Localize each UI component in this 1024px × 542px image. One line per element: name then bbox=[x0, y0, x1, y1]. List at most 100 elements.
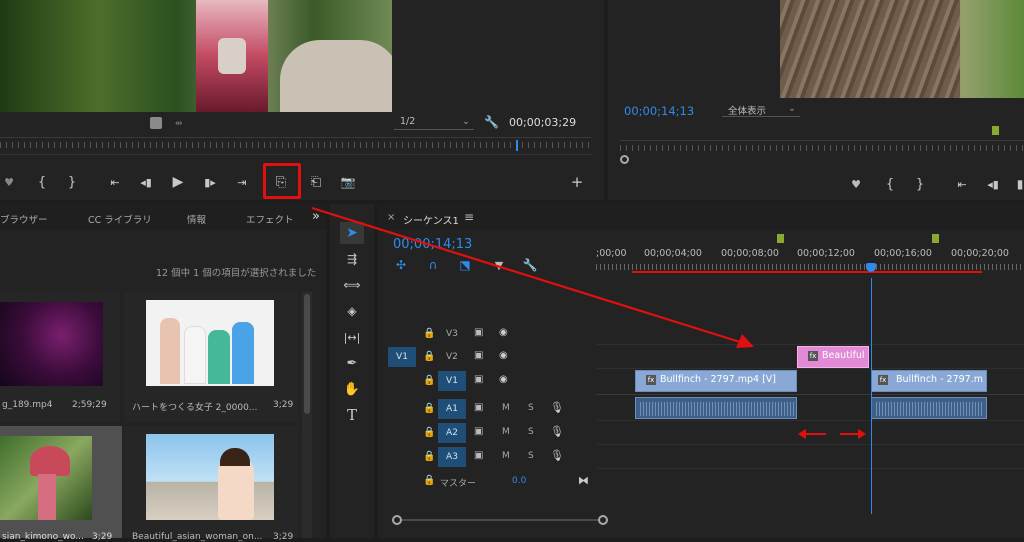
solo-button[interactable]: S bbox=[528, 427, 534, 437]
go-to-in-icon[interactable]: ⇤ bbox=[954, 178, 970, 191]
lock-icon[interactable]: 🔒 bbox=[423, 451, 435, 462]
scroll-handle-left[interactable] bbox=[392, 515, 402, 525]
source-settings-icon[interactable] bbox=[150, 117, 162, 129]
project-tab-bar: ブラウザー CC ライブラリ 情報 エフェクト » bbox=[0, 204, 326, 230]
tab-media-browser[interactable]: ブラウザー bbox=[0, 212, 48, 226]
type-tool-icon[interactable]: T bbox=[340, 404, 364, 426]
timeline-tab[interactable]: × シーケンス1 ≡ bbox=[378, 204, 1024, 230]
mic-icon[interactable]: 🎙 bbox=[550, 449, 564, 462]
go-to-in-icon[interactable]: ⇤ bbox=[107, 176, 123, 189]
track-select-tool-icon[interactable]: ⇶ bbox=[340, 248, 364, 270]
tab-info[interactable]: 情報 bbox=[187, 212, 206, 226]
tab-effects[interactable]: エフェクト bbox=[246, 212, 294, 226]
sync-lock-icon[interactable]: ▣ bbox=[474, 426, 483, 437]
zoom-select[interactable]: 1/2 ⌄ bbox=[394, 116, 474, 130]
add-marker-icon[interactable]: ▼ bbox=[492, 258, 506, 272]
snap-magnet-icon[interactable]: ∩ bbox=[426, 258, 440, 272]
track-a2-target[interactable]: A2 bbox=[438, 423, 466, 443]
mic-icon[interactable]: 🎙 bbox=[550, 425, 564, 438]
eye-icon[interactable]: ◉ bbox=[499, 350, 508, 361]
add-button-icon[interactable]: + bbox=[570, 173, 584, 191]
razor-tool-icon[interactable]: ◈ bbox=[340, 300, 364, 322]
close-icon[interactable]: × bbox=[387, 212, 395, 223]
wrench-icon[interactable]: 🔧 bbox=[484, 115, 499, 129]
menu-icon[interactable]: ≡ bbox=[464, 210, 474, 224]
scroll-handle-right[interactable] bbox=[598, 515, 608, 525]
track-a3-target[interactable]: A3 bbox=[438, 447, 466, 467]
overwrite-icon[interactable]: ⎗ bbox=[306, 174, 326, 190]
play-icon[interactable]: ▮ bbox=[1016, 178, 1024, 190]
go-to-out-icon[interactable]: ⇥ bbox=[234, 176, 250, 189]
sequence-title: シーケンス1 bbox=[403, 216, 459, 227]
hand-tool-icon[interactable]: ✋ bbox=[340, 378, 364, 400]
step-back-icon[interactable]: ◂▮ bbox=[986, 178, 1000, 191]
eye-icon[interactable]: ◉ bbox=[499, 327, 508, 338]
mark-in-icon[interactable]: { bbox=[884, 177, 896, 192]
camera-icon[interactable]: 📷 bbox=[340, 175, 356, 189]
mute-button[interactable]: M bbox=[502, 451, 510, 461]
media-item[interactable]: g_189.mp4 2;59;29 bbox=[0, 292, 120, 422]
lock-icon[interactable]: 🔒 bbox=[423, 427, 435, 438]
video-clip[interactable]: fx Bullfinch - 2797.m bbox=[871, 370, 987, 392]
mark-out-icon[interactable]: } bbox=[914, 177, 926, 192]
timeline-scrollbar[interactable] bbox=[392, 515, 608, 525]
solo-button[interactable]: S bbox=[528, 451, 534, 461]
step-back-icon[interactable]: ◂▮ bbox=[139, 176, 153, 189]
eye-icon[interactable]: ◉ bbox=[499, 374, 508, 385]
marker-icon[interactable]: ♥ bbox=[3, 176, 15, 189]
graphic-clip[interactable]: fx Beautiful bbox=[797, 346, 869, 368]
project-scrollbar[interactable] bbox=[302, 292, 312, 538]
ripple-edit-tool-icon[interactable]: ⟺ bbox=[340, 274, 364, 296]
mic-icon[interactable]: 🎙 bbox=[550, 401, 564, 414]
more-tabs-icon[interactable]: » bbox=[312, 209, 320, 224]
sync-lock-icon[interactable]: ▣ bbox=[474, 450, 483, 461]
sync-lock-icon[interactable]: ▣ bbox=[474, 350, 483, 361]
track-area[interactable]: fx Beautiful fx Bullfinch - 2797.mp4 [V]… bbox=[596, 278, 1024, 514]
selection-tool-icon[interactable]: ➤ bbox=[340, 222, 364, 244]
lock-icon[interactable]: 🔒 bbox=[423, 475, 435, 486]
slip-tool-icon[interactable]: |↔| bbox=[340, 326, 364, 348]
sync-lock-icon[interactable]: ▣ bbox=[474, 327, 483, 338]
source-timebar[interactable] bbox=[0, 137, 592, 151]
audio-clip[interactable] bbox=[871, 397, 987, 419]
track-v1-target[interactable]: V1 bbox=[438, 371, 466, 391]
time-ruler[interactable]: ;00;00 00;00;04;00 00;00;08;00 00;00;12;… bbox=[596, 234, 1024, 278]
work-area-bar[interactable] bbox=[632, 271, 982, 273]
sync-lock-icon[interactable]: ▣ bbox=[474, 402, 483, 413]
media-duration: 3;29 bbox=[273, 400, 294, 410]
play-icon[interactable]: ▶ bbox=[171, 174, 185, 190]
media-item[interactable]: ハートをつくる女子 2_0000... 3;29 bbox=[124, 292, 298, 422]
sequence-marker[interactable] bbox=[932, 234, 939, 243]
lock-icon[interactable]: 🔒 bbox=[423, 328, 435, 339]
media-item[interactable]: Beautiful_asian_woman_on... 3;29 bbox=[124, 426, 298, 542]
media-item-selected[interactable]: sian_kimono_wo... 3;29 bbox=[0, 426, 122, 542]
lock-icon[interactable]: 🔒 bbox=[423, 403, 435, 414]
wrench-icon[interactable]: 🔧 bbox=[523, 258, 538, 272]
nest-icon[interactable]: ✣ bbox=[394, 258, 408, 272]
fit-select[interactable]: 全体表示 ⌄ bbox=[722, 103, 800, 117]
source-drag-icon[interactable]: ⇹ bbox=[175, 119, 183, 129]
pen-tool-icon[interactable]: ✒ bbox=[340, 352, 364, 374]
go-to-end-icon[interactable]: ⧓ bbox=[578, 474, 589, 487]
track-a1-target[interactable]: A1 bbox=[438, 399, 466, 419]
sync-lock-icon[interactable]: ▣ bbox=[474, 374, 483, 385]
lock-icon[interactable]: 🔒 bbox=[423, 351, 435, 362]
mute-button[interactable]: M bbox=[502, 403, 510, 413]
master-volume[interactable]: 0.0 bbox=[512, 476, 526, 486]
video-clip[interactable]: fx Bullfinch - 2797.mp4 [V] bbox=[635, 370, 797, 392]
program-zoom-handle[interactable] bbox=[620, 155, 629, 164]
tab-cc-libraries[interactable]: CC ライブラリ bbox=[88, 212, 152, 226]
sequence-marker[interactable] bbox=[777, 234, 784, 243]
solo-button[interactable]: S bbox=[528, 403, 534, 413]
linked-selection-icon[interactable]: ⬔ bbox=[458, 258, 472, 272]
media-duration: 3;29 bbox=[273, 532, 294, 542]
mark-out-icon[interactable]: } bbox=[66, 175, 78, 190]
source-patch-v1[interactable]: V1 bbox=[388, 347, 416, 367]
lock-icon[interactable]: 🔒 bbox=[423, 375, 435, 386]
marker-icon[interactable]: ♥ bbox=[850, 178, 862, 191]
mute-button[interactable]: M bbox=[502, 427, 510, 437]
mark-in-icon[interactable]: { bbox=[36, 175, 48, 190]
program-timebar[interactable] bbox=[620, 140, 1024, 154]
step-forward-icon[interactable]: ▮▸ bbox=[203, 176, 217, 189]
audio-clip[interactable] bbox=[635, 397, 797, 419]
